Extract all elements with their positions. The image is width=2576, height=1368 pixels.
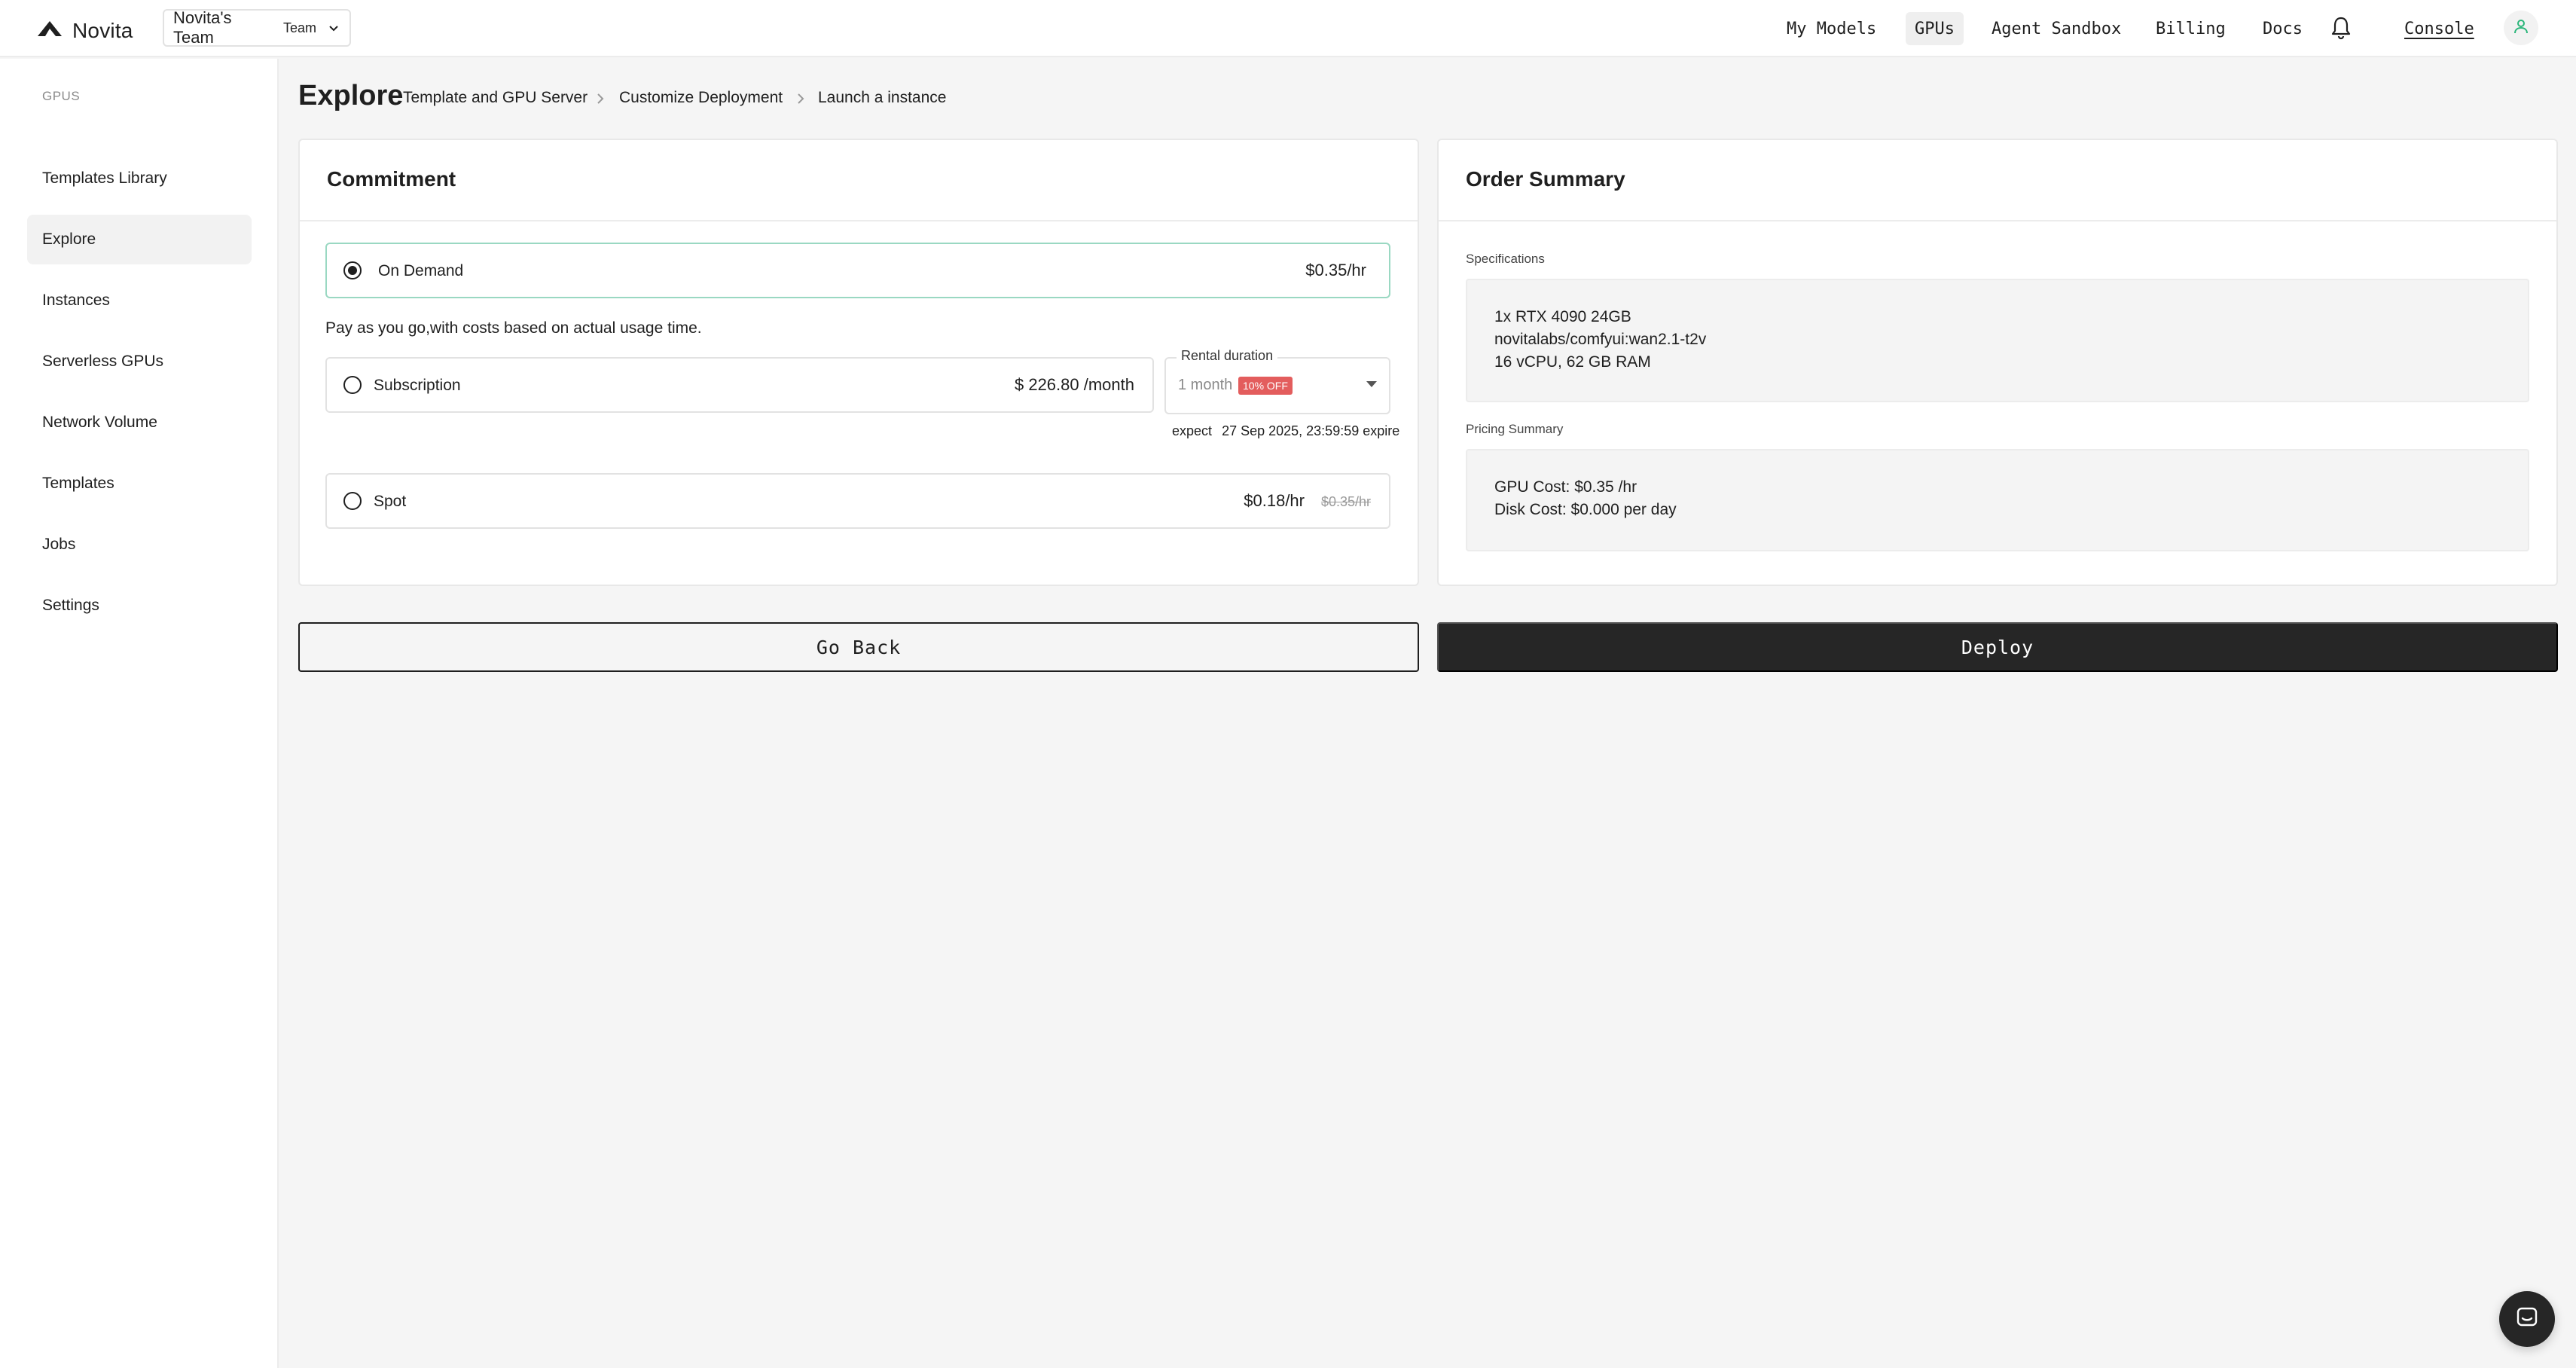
bell-icon[interactable] (2329, 15, 2353, 41)
sidebar-item-label: Templates (42, 475, 114, 492)
spot-original-price: $0.35/hr (1320, 494, 1371, 509)
nav-billing[interactable]: Billing (2147, 12, 2235, 45)
on-demand-label: On Demand (378, 262, 464, 279)
expire-prefix: expect (1172, 423, 1213, 438)
go-back-button[interactable]: Go Back (298, 622, 1419, 672)
nav-agent-sandbox[interactable]: Agent Sandbox (1982, 12, 2130, 45)
on-demand-option[interactable]: On Demand $0.35/hr (325, 243, 1390, 298)
spec-cpu-ram: 16 vCPU, 62 GB RAM (1494, 353, 1651, 371)
order-summary-card: Order Summary Specifications 1x RTX 4090… (1437, 139, 2558, 586)
subscription-price: $ 226.80 /month (1014, 375, 1134, 394)
brand-name: Novita (72, 18, 133, 42)
spot-radio[interactable] (343, 492, 362, 510)
team-name: Novita's Team (173, 8, 232, 47)
console-link[interactable]: Console (2395, 12, 2483, 45)
breadcrumb-customize-deployment[interactable]: Customize Deployment (619, 89, 783, 107)
spec-gpu: 1x RTX 4090 24GB (1494, 308, 1631, 325)
pricing-summary-label: Pricing Summary (1466, 422, 1564, 436)
sidebar-item-explore[interactable]: Explore (27, 215, 252, 264)
sidebar-item-serverless-gpus[interactable]: Serverless GPUs (27, 337, 252, 386)
sidebar-item-label: Serverless GPUs (42, 353, 164, 370)
user-icon (2512, 17, 2530, 39)
page-title: Explore (298, 80, 404, 111)
nav-gpus[interactable]: GPUs (1906, 12, 1964, 45)
nav-docs[interactable]: Docs (2254, 12, 2312, 45)
on-demand-price: $0.35/hr (1305, 261, 1366, 279)
subscription-label: Subscription (374, 377, 461, 394)
sidebar-item-label: Explore (42, 231, 96, 248)
rental-duration-value: 1 month (1178, 377, 1233, 393)
sidebar-item-label: Jobs (42, 536, 76, 553)
spec-image: novitalabs/comfyui:wan2.1-t2v (1494, 331, 1707, 348)
sidebar-item-templates[interactable]: Templates (27, 459, 252, 508)
discount-badge: 10% OFF (1238, 377, 1293, 395)
sidebar-item-label: Templates Library (42, 169, 167, 187)
commitment-title: Commitment (327, 167, 456, 191)
sidebar-item-label: Instances (42, 292, 110, 309)
sidebar-item-settings[interactable]: Settings (27, 581, 252, 631)
sidebar-item-network-volume[interactable]: Network Volume (27, 398, 252, 447)
sidebar: GPUS Templates Library Explore Instances… (0, 59, 279, 1368)
team-tag: Team (282, 20, 316, 35)
chat-button[interactable] (2499, 1291, 2555, 1347)
chevron-right-icon (594, 90, 607, 107)
on-demand-description: Pay as you go,with costs based on actual… (325, 319, 702, 337)
nav-my-models[interactable]: My Models (1778, 12, 1885, 45)
sidebar-item-label: Network Volume (42, 414, 157, 431)
novita-logo-icon (36, 15, 63, 46)
expire-info: expect 27 Sep 2025, 23:59:59 expire (1172, 423, 1399, 439)
subscription-radio[interactable] (343, 376, 362, 394)
top-bar: Novita Novita's Team Team My Models GPUs… (0, 0, 2576, 57)
chevron-right-icon (794, 90, 807, 107)
brand-logo[interactable]: Novita (36, 15, 133, 46)
specifications-box: 1x RTX 4090 24GB novitalabs/comfyui:wan2… (1466, 279, 2529, 402)
pricing-summary-box: GPU Cost: $0.35 /hr Disk Cost: $0.000 pe… (1466, 449, 2529, 551)
order-summary-header: Order Summary (1439, 140, 2556, 221)
sidebar-item-jobs[interactable]: Jobs (27, 520, 252, 569)
caret-down-icon (1366, 381, 1377, 387)
spot-price: $0.18/hr (1244, 491, 1305, 510)
rental-duration-select[interactable]: Rental duration 1 month 10% OFF (1164, 348, 1390, 414)
spot-label: Spot (374, 493, 407, 510)
user-avatar[interactable] (2504, 11, 2538, 45)
chevron-down-icon (327, 21, 340, 35)
rental-duration-label: Rental duration (1177, 348, 1278, 364)
expire-date: 27 Sep 2025, 23:59:59 expire (1222, 423, 1400, 438)
sidebar-section-label: GPUS (42, 89, 81, 103)
commitment-card-header: Commitment (300, 140, 1418, 221)
specifications-label: Specifications (1466, 252, 1545, 266)
sidebar-item-label: Settings (42, 597, 99, 614)
subscription-option[interactable]: Subscription $ 226.80 /month (325, 357, 1154, 413)
breadcrumb-launch-instance: Launch a instance (818, 89, 947, 106)
order-summary-title: Order Summary (1466, 167, 1625, 191)
chat-icon (2515, 1305, 2539, 1333)
disk-cost: Disk Cost: $0.000 per day (1494, 501, 1677, 518)
breadcrumb-template-gpu-server[interactable]: Template and GPU Server (403, 89, 588, 107)
spot-option[interactable]: Spot $0.18/hr $0.35/hr (325, 473, 1390, 529)
sidebar-item-templates-library[interactable]: Templates Library (27, 154, 252, 203)
gpu-cost: GPU Cost: $0.35 /hr (1494, 478, 1637, 496)
deploy-button[interactable]: Deploy (1437, 622, 2558, 672)
on-demand-radio[interactable] (343, 261, 362, 279)
sidebar-item-instances[interactable]: Instances (27, 276, 252, 325)
team-selector[interactable]: Novita's Team Team (163, 8, 351, 47)
